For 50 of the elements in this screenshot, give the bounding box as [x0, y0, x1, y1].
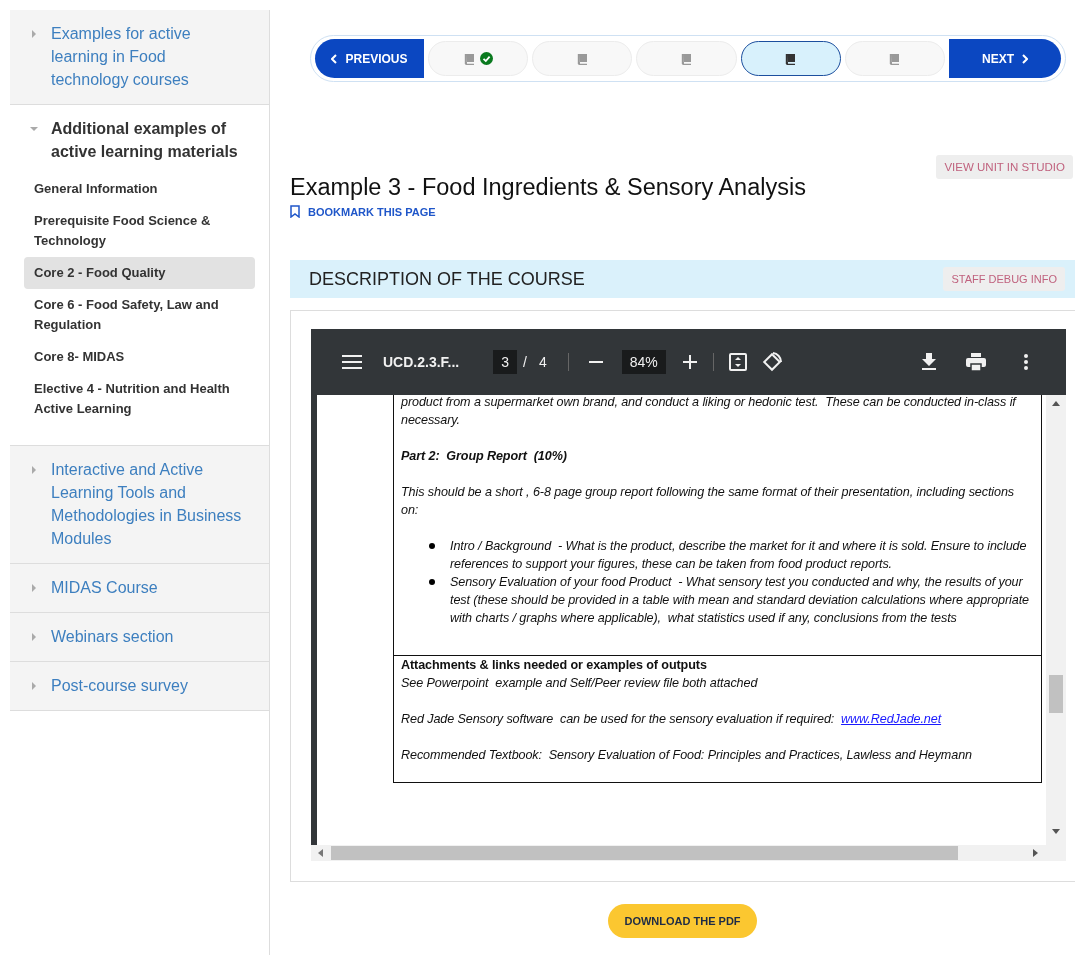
bookmark-icon	[290, 205, 300, 218]
view-in-studio-button[interactable]: VIEW UNIT IN STUDIO	[936, 155, 1073, 179]
link[interactable]: www.RedJade.net	[841, 712, 942, 726]
sidebar-item[interactable]: Core 6 - Food Safety, Law and Regulation	[24, 289, 255, 341]
bookmark-link[interactable]: BOOKMARK THIS PAGE	[290, 205, 436, 218]
section-title: Additional examples of active learning materials	[51, 119, 239, 162]
zoom-in-icon	[681, 354, 698, 370]
download-button[interactable]: DOWNLOAD THE PDF	[608, 904, 757, 938]
sidebar-item[interactable]: Core 8- MIDAS	[24, 341, 255, 373]
staff-debug-button[interactable]: STAFF DEBUG INFO	[943, 267, 1065, 291]
download-icon	[921, 353, 937, 371]
zoom-field[interactable]: 84%	[621, 350, 666, 374]
sidebar-item[interactable]: Prerequisite Food Science & Technology	[24, 205, 255, 257]
book-icon	[681, 52, 692, 65]
bullet-icon	[429, 543, 435, 549]
paragraph: See Powerpoint example and Self/Peer review file both attached	[401, 675, 759, 692]
book-icon	[576, 52, 588, 65]
print-icon	[966, 353, 986, 371]
section-title: DESCRIPTION OF THE COURSE	[309, 268, 585, 290]
page-separator: /	[523, 354, 527, 370]
paragraph: Red Jade Sensory software can be used for the sensory evaluation if required: www.RedJade.net	[401, 711, 943, 728]
heading: Part 2: Group Report (10%)	[401, 448, 568, 465]
paragraph: Recommended Textbook: Sensory Evaluation of Food: Principles and Practices, Lawless and Heymann	[401, 747, 973, 764]
fit-page-icon	[728, 353, 747, 371]
book-icon	[889, 52, 901, 65]
page-count: 4	[538, 354, 547, 370]
bullet-icon	[429, 579, 435, 585]
book-icon	[463, 52, 475, 65]
paragraph: This should be a short , 6-8 page group report following the same format of their presentation, including sections on:	[401, 484, 1016, 519]
vertical-scrollbar[interactable]	[1046, 395, 1066, 845]
sidebar-item[interactable]: General Information	[24, 173, 255, 205]
next-button[interactable]: NEXT	[949, 39, 1061, 78]
chevron-left-icon	[331, 53, 338, 64]
file-name: UCD.2.3.F...	[383, 354, 460, 370]
horizontal-scrollbar[interactable]	[311, 845, 1066, 861]
list-item: Intro / Background - What is the product, describe the market for it and where it is sold. Ensure to include references to support your figures, these can be taken from food product reports.	[450, 538, 1028, 573]
list-item: Sensory Evaluation of your food Product - What sensory test you conducted and why, the results of your test (these should be provided in a table with mean and standard deviation calculations where appropriate with charts / graphs where applicable), what statistics used if any, conclusions from the tests	[450, 574, 1030, 627]
unit-tab[interactable]	[740, 41, 841, 76]
heading: Attachments & links needed or examples of outputs	[401, 657, 708, 674]
chevron-right-icon	[1022, 53, 1028, 64]
sidebar-item[interactable]: Core 2 - Food Quality	[24, 257, 255, 289]
sidebar-item[interactable]: Elective 4 - Nutrition and Health Active Learning	[24, 373, 255, 425]
previous-button[interactable]: PREVIOUS	[315, 39, 424, 78]
paragraph: product from a supermarket own brand, and conduct a liking or hedonic test. These can be conducted in-class if necessary.	[401, 395, 1018, 429]
book-icon	[785, 52, 797, 65]
rotate-icon	[761, 352, 782, 372]
page-field[interactable]: 3	[493, 350, 518, 374]
more-icon	[1024, 354, 1028, 370]
menu-icon	[342, 354, 362, 370]
page-title: Example 3 - Food Ingredients & Sensory Analysis	[290, 174, 807, 201]
